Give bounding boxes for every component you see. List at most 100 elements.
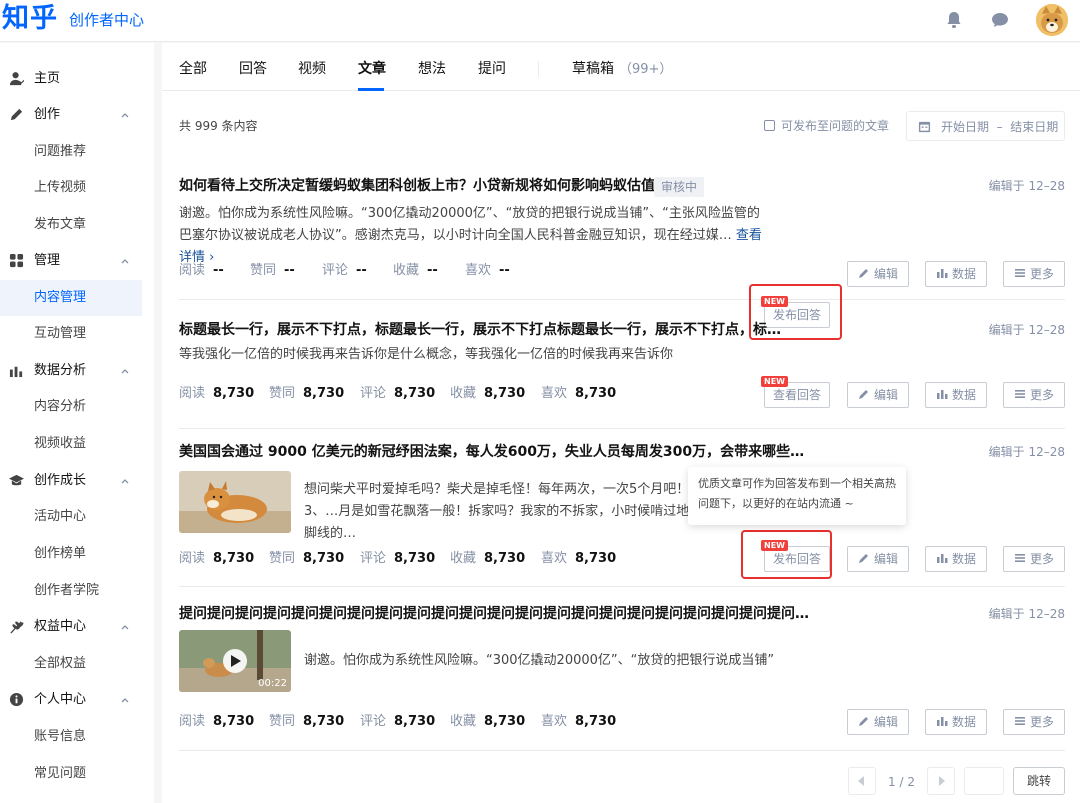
list-icon [1014, 717, 1025, 725]
chevron-up-icon[interactable] [120, 366, 130, 376]
date-range-picker[interactable]: 开始日期 – 结束日期 [906, 111, 1065, 141]
bar-chart-icon [936, 717, 948, 726]
sidebar-item-all-rights[interactable]: 全部权益 [0, 646, 142, 682]
sidebar-label: 权益中心 [34, 619, 87, 634]
stat-label: 阅读 [179, 386, 206, 401]
sidebar-group-personal[interactable]: 个人中心 [0, 682, 154, 718]
sidebar-label: 常见问题 [34, 766, 87, 781]
publishable-checkbox[interactable] [764, 120, 775, 131]
zhihu-logo[interactable]: 知乎 [2, 2, 58, 36]
article-thumbnail[interactable] [179, 471, 291, 533]
edit-button[interactable]: 编辑 [847, 261, 909, 287]
data-button[interactable]: 数据 [925, 382, 987, 408]
tab-drafts[interactable]: 草稿箱 [572, 59, 614, 79]
sidebar-label: 创作成长 [34, 473, 87, 488]
article-title[interactable]: 如何看待上交所决定暂缓蚂蚁集团科创板上市？小贷新规将如何影响蚂蚁估值？ [179, 176, 669, 196]
stat-value: 8,730 [575, 714, 617, 729]
sidebar-label: 创作榜单 [34, 546, 87, 561]
creator-center-title[interactable]: 创作者中心 [69, 11, 144, 29]
stat-label: 评论 [360, 551, 387, 566]
bar-chart-icon [936, 554, 948, 563]
stat-label: 收藏 [393, 263, 420, 278]
stat-value: 8,730 [484, 714, 526, 729]
stat-label: 喜欢 [541, 551, 568, 566]
sidebar-item-content-manage[interactable]: 内容管理 [0, 280, 142, 316]
more-button[interactable]: 更多 [1003, 546, 1065, 572]
stat-label: 收藏 [450, 386, 477, 401]
tab-articles[interactable]: 文章 [358, 59, 386, 79]
stat-label: 赞同 [269, 714, 296, 729]
stat-value: 8,730 [394, 551, 436, 566]
more-button[interactable]: 更多 [1003, 382, 1065, 408]
tab-all[interactable]: 全部 [179, 59, 207, 79]
triangle-right-icon [939, 776, 945, 786]
sidebar-group-manage[interactable]: 管理 [0, 243, 154, 279]
edit-button[interactable]: 编辑 [847, 546, 909, 572]
sidebar-item-upload-video[interactable]: 上传视频 [0, 170, 142, 206]
sidebar-item-video-revenue[interactable]: 视频收益 [0, 426, 142, 462]
stat-value: 8,730 [303, 386, 345, 401]
video-thumbnail[interactable]: 00:22 [179, 630, 291, 692]
data-button[interactable]: 数据 [925, 261, 987, 287]
sidebar-group-growth[interactable]: 创作成长 [0, 463, 154, 499]
more-button[interactable]: 更多 [1003, 261, 1065, 287]
article-title[interactable]: 标题最长一行，展示不下打点，标题最长一行，展示不下打点标题最长一行，展示不下打点… [179, 320, 781, 340]
edit-button[interactable]: 编辑 [847, 382, 909, 408]
stat-label: 评论 [360, 386, 387, 401]
stat-value: 8,730 [303, 551, 345, 566]
chevron-up-icon[interactable] [120, 695, 130, 705]
publishable-checkbox-label[interactable]: 可发布至问题的文章 [781, 117, 889, 135]
article-title[interactable]: 美国国会通过 9000 亿美元的新冠纾困法案，每人发600万，失业人员每周发30… [179, 442, 804, 462]
sidebar-group-rights[interactable]: 权益中心 [0, 609, 154, 645]
tab-thoughts[interactable]: 想法 [418, 59, 446, 79]
next-page-button[interactable] [927, 767, 955, 795]
sidebar-item-faq[interactable]: 常见问题 [0, 756, 142, 792]
sidebar-item-account-info[interactable]: 账号信息 [0, 719, 142, 755]
chevron-up-icon[interactable] [120, 476, 130, 486]
sidebar-item-creator-academy[interactable]: 创作者学院 [0, 573, 142, 609]
sidebar-label: 创作 [34, 107, 61, 122]
tab-videos[interactable]: 视频 [298, 59, 326, 79]
stat-label: 阅读 [179, 714, 206, 729]
stat-value: 8,730 [213, 714, 255, 729]
sidebar-item-creator-ranking[interactable]: 创作榜单 [0, 536, 142, 572]
button-label: 数据 [951, 388, 976, 402]
page-separator: / [899, 775, 904, 789]
sidebar-item-interaction-manage[interactable]: 互动管理 [0, 316, 142, 352]
data-button[interactable]: 数据 [925, 546, 987, 572]
chat-bubble-icon[interactable] [990, 10, 1010, 30]
sidebar-item-home[interactable]: 主页 [0, 61, 154, 97]
stat-value: -- [427, 263, 438, 278]
edit-date: 编辑于 12–28 [988, 607, 1065, 621]
chevron-up-icon[interactable] [120, 622, 130, 632]
edit-button[interactable]: 编辑 [847, 709, 909, 735]
user-avatar[interactable] [1036, 4, 1068, 36]
button-label: 编辑 [873, 388, 898, 402]
sidebar-item-publish-article[interactable]: 发布文章 [0, 207, 142, 243]
chevron-up-icon[interactable] [120, 256, 130, 266]
page-jump-input[interactable] [964, 767, 1004, 795]
sidebar-item-question-recommend[interactable]: 问题推荐 [0, 134, 142, 170]
button-label: 更多 [1029, 388, 1054, 402]
article-title[interactable]: 提问提问提问提问提问提问提问提问提问提问提问提问提问提问提问提问提问提问提问提问… [179, 604, 809, 624]
more-button[interactable]: 更多 [1003, 709, 1065, 735]
article-excerpt: 等我强化一亿倍的时候我再来告诉你是什么概念，等我强化一亿倍的时候我再来告诉你 [179, 347, 674, 362]
bar-chart-icon [936, 269, 948, 278]
video-duration: 00:22 [258, 678, 287, 689]
edit-date: 编辑于 12–28 [988, 179, 1065, 193]
jump-button[interactable]: 跳转 [1013, 767, 1065, 795]
bell-icon[interactable] [944, 10, 964, 30]
chevron-up-icon[interactable] [120, 110, 130, 120]
sidebar-item-activity-center[interactable]: 活动中心 [0, 499, 142, 535]
sidebar-group-create[interactable]: 创作 [0, 97, 154, 133]
data-button[interactable]: 数据 [925, 709, 987, 735]
active-tab-indicator [358, 88, 384, 91]
sidebar-item-content-analysis[interactable]: 内容分析 [0, 389, 142, 425]
prev-page-button[interactable] [848, 767, 876, 795]
tab-answers[interactable]: 回答 [239, 59, 267, 79]
sidebar-group-analytics[interactable]: 数据分析 [0, 353, 154, 389]
sidebar-label: 问题推荐 [34, 144, 87, 159]
tab-questions[interactable]: 提问 [478, 59, 506, 79]
stat-label: 收藏 [450, 714, 477, 729]
stat-label: 喜欢 [541, 386, 568, 401]
